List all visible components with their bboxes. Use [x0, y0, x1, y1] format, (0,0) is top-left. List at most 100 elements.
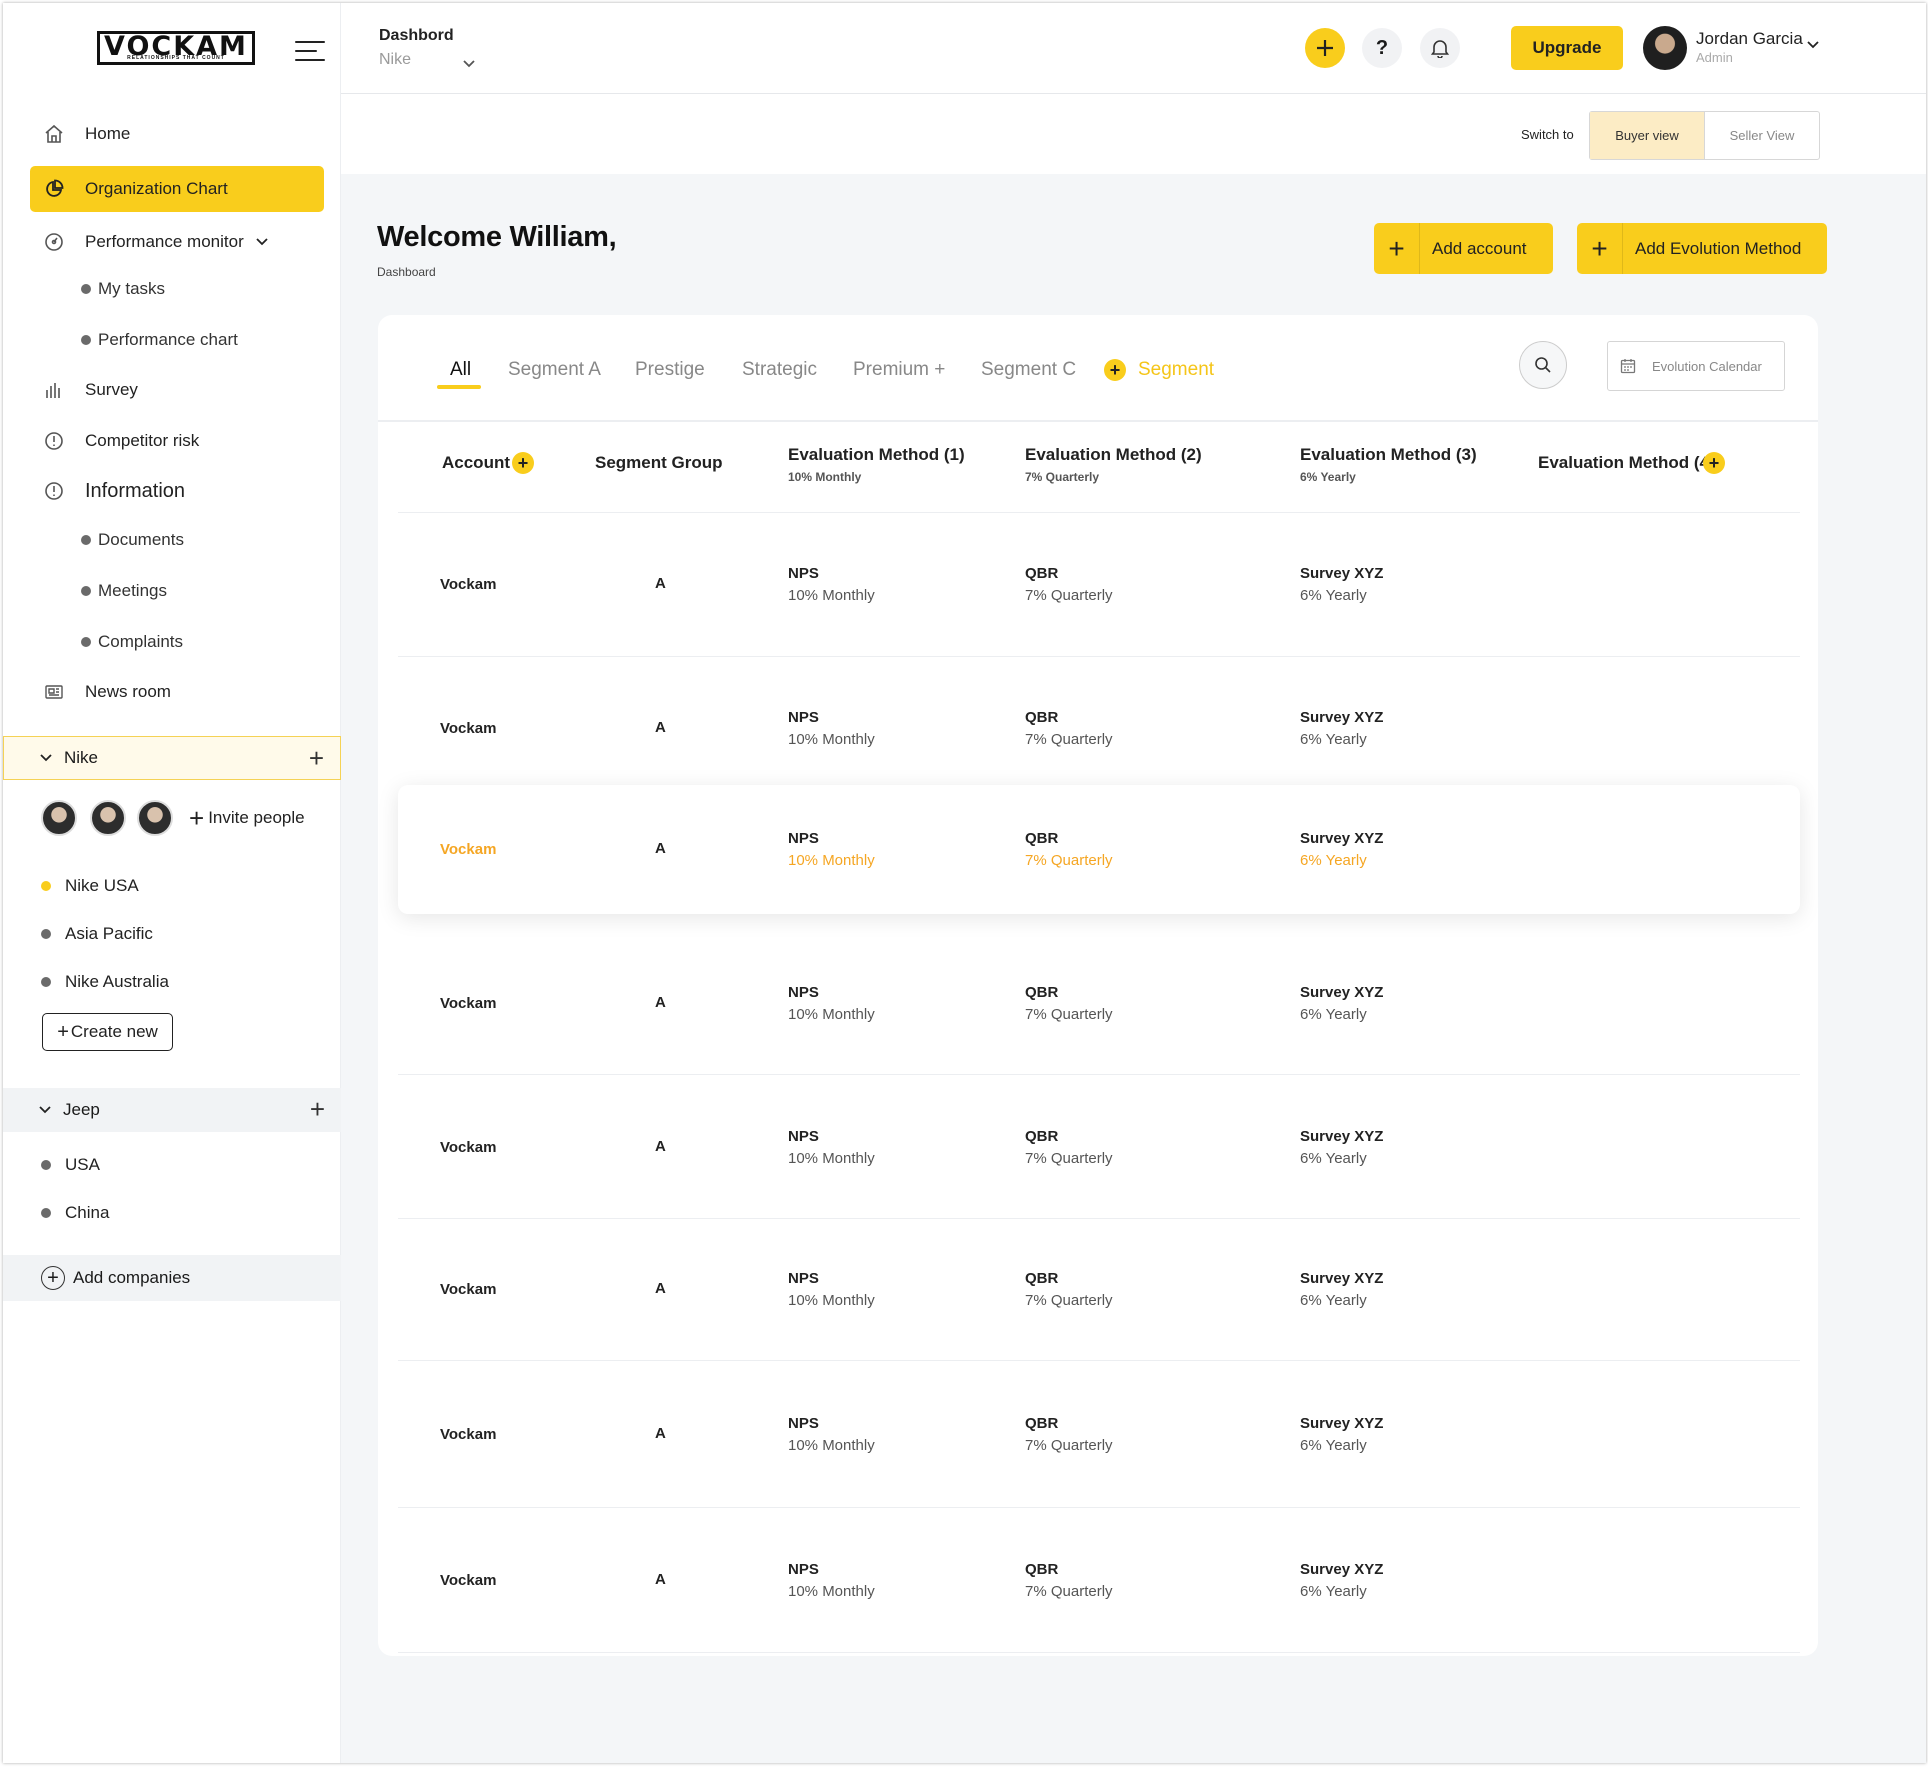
invite-people-label: Invite people [208, 808, 305, 827]
switch-to-label: Switch to [1521, 127, 1574, 142]
tab-segment-c[interactable]: Segment C [981, 359, 1076, 381]
menu-toggle-icon[interactable] [295, 41, 325, 61]
method-2-frequency: 7% Quarterly [1025, 852, 1113, 869]
create-new-button[interactable]: + Create new [42, 1013, 173, 1051]
column-evaluation-method-3[interactable]: Evaluation Method (3) [1300, 445, 1477, 465]
account-cell[interactable]: Vockam [440, 995, 496, 1012]
gauge-icon [43, 231, 65, 253]
add-evolution-method-label: Add Evolution Method [1635, 238, 1802, 258]
company-nike-australia[interactable]: Nike Australia [41, 969, 169, 995]
account-cell[interactable]: Vockam [440, 841, 496, 858]
table-row[interactable]: Vockam A NPS 10% Monthly QBR 7% Quarterly Surv… [398, 513, 1800, 657]
table-row[interactable]: Vockam A NPS 10% Monthly QBR 7% Quarterly Surv… [398, 1076, 1800, 1219]
company-nike-usa[interactable]: Nike USA [41, 873, 139, 899]
segment-cell: A [655, 1571, 666, 1588]
tab-premium-plus[interactable]: Premium + [853, 359, 945, 381]
nav-information[interactable]: Information [30, 468, 324, 514]
segment-cell: A [655, 1280, 666, 1297]
nav-my-tasks[interactable]: My tasks [81, 274, 165, 304]
add-account-column-icon[interactable]: + [512, 452, 534, 474]
nav-news-room[interactable]: News room [30, 669, 324, 715]
company-china[interactable]: China [41, 1200, 109, 1226]
method-3-frequency: 6% Yearly [1300, 587, 1367, 604]
column-segment-group[interactable]: Segment Group [595, 453, 723, 473]
segment-cell: A [655, 575, 666, 592]
company-usa[interactable]: USA [41, 1152, 100, 1178]
sidebar: VOCKAM RELATIONSHIPS THAT COUNT Home Org… [3, 3, 341, 1763]
group-jeep[interactable]: Jeep + [3, 1088, 341, 1132]
chevron-down-icon[interactable] [39, 1106, 51, 1114]
method-2-name: QBR [1025, 1128, 1059, 1145]
method-2-name: QBR [1025, 1561, 1059, 1578]
method-3-frequency: 6% Yearly [1300, 1006, 1367, 1023]
nav-survey[interactable]: Survey [30, 367, 324, 413]
upgrade-button[interactable]: Upgrade [1511, 26, 1623, 70]
buyer-view-toggle[interactable]: Buyer view [1590, 112, 1705, 159]
account-cell[interactable]: Vockam [440, 720, 496, 737]
account-cell[interactable]: Vockam [440, 1139, 496, 1156]
add-segment-button[interactable]: + Segment [1104, 359, 1214, 381]
tab-strategic[interactable]: Strategic [742, 359, 817, 381]
company-asia-pacific[interactable]: Asia Pacific [41, 921, 153, 947]
quick-add-button[interactable] [1305, 28, 1345, 68]
table-row[interactable]: Vockam A NPS 10% Monthly QBR 7% Quarterly Surv… [398, 785, 1800, 914]
method-3-frequency: 6% Yearly [1300, 731, 1367, 748]
nav-performance-chart[interactable]: Performance chart [81, 325, 238, 355]
add-icon[interactable]: + [309, 745, 324, 771]
group-nike[interactable]: Nike + [3, 736, 341, 780]
tab-all[interactable]: All [450, 359, 471, 381]
add-companies-button[interactable]: + Add companies [3, 1255, 341, 1301]
nav-documents[interactable]: Documents [81, 525, 184, 555]
nav-meetings[interactable]: Meetings [81, 576, 167, 606]
table-row[interactable]: Vockam A NPS 10% Monthly QBR 7% Quarterly Surv… [398, 1219, 1800, 1361]
segment-cell: A [655, 1138, 666, 1155]
avatar[interactable] [1643, 26, 1687, 70]
avatar[interactable] [137, 800, 173, 836]
search-button[interactable] [1519, 341, 1567, 389]
seller-view-toggle[interactable]: Seller View [1705, 112, 1819, 159]
chevron-down-icon[interactable] [256, 238, 268, 246]
user-name[interactable]: Jordan Garcia [1696, 29, 1803, 49]
method-3-frequency: 6% Yearly [1300, 1292, 1367, 1309]
nav-competitor-risk[interactable]: Competitor risk [30, 418, 324, 464]
vockam-logo[interactable]: VOCKAM RELATIONSHIPS THAT COUNT [97, 31, 255, 65]
avatar[interactable] [41, 800, 77, 836]
invite-people-button[interactable]: + Invite people [189, 803, 305, 833]
table-row[interactable]: Vockam A NPS 10% Monthly QBR 7% Quarterly Surv… [398, 657, 1800, 800]
column-evaluation-method-4[interactable]: Evaluation Method (4) [1538, 453, 1715, 473]
add-icon[interactable]: + [310, 1096, 325, 1122]
alert-circle-icon [43, 430, 65, 452]
table-row[interactable]: Vockam A NPS 10% Monthly QBR 7% Quarterly Surv… [398, 1361, 1800, 1508]
add-account-button[interactable]: + Add account [1374, 223, 1553, 274]
method-1-name: NPS [788, 1415, 819, 1432]
tab-segment-a[interactable]: Segment A [508, 359, 601, 381]
nav-home[interactable]: Home [30, 111, 324, 157]
column-evaluation-method-1[interactable]: Evaluation Method (1) [788, 445, 965, 465]
notifications-button[interactable] [1420, 28, 1460, 68]
table-row[interactable]: Vockam A NPS 10% Monthly QBR 7% Quarterly Surv… [398, 932, 1800, 1075]
account-cell[interactable]: Vockam [440, 1281, 496, 1298]
bell-icon [1431, 40, 1449, 58]
nav-organization-chart[interactable]: Organization Chart [30, 166, 324, 212]
nav-news-room-label: News room [85, 682, 171, 701]
evolution-calendar-button[interactable]: Evolution Calendar [1607, 341, 1785, 391]
chevron-down-icon[interactable] [463, 55, 475, 73]
segment-cell: A [655, 994, 666, 1011]
nav-performance-monitor[interactable]: Performance monitor [30, 219, 324, 265]
chevron-down-icon[interactable] [1807, 36, 1819, 54]
column-evaluation-method-2[interactable]: Evaluation Method (2) [1025, 445, 1202, 465]
chevron-down-icon[interactable] [40, 754, 52, 762]
add-evolution-method-button[interactable]: + Add Evolution Method [1577, 223, 1828, 274]
account-cell[interactable]: Vockam [440, 1426, 496, 1443]
help-button[interactable]: ? [1362, 28, 1402, 68]
tab-prestige[interactable]: Prestige [635, 359, 705, 381]
account-cell[interactable]: Vockam [440, 576, 496, 593]
nav-complaints[interactable]: Complaints [81, 627, 183, 657]
avatar[interactable] [90, 800, 126, 836]
table-row[interactable]: Vockam A NPS 10% Monthly QBR 7% Quarterly Surv… [398, 1508, 1800, 1653]
account-cell[interactable]: Vockam [440, 1572, 496, 1589]
add-method-column-icon[interactable]: + [1703, 452, 1725, 474]
column-account[interactable]: Account [442, 453, 510, 473]
method-1-frequency: 10% Monthly [788, 1006, 875, 1023]
company-selector[interactable]: Nike [379, 51, 411, 69]
